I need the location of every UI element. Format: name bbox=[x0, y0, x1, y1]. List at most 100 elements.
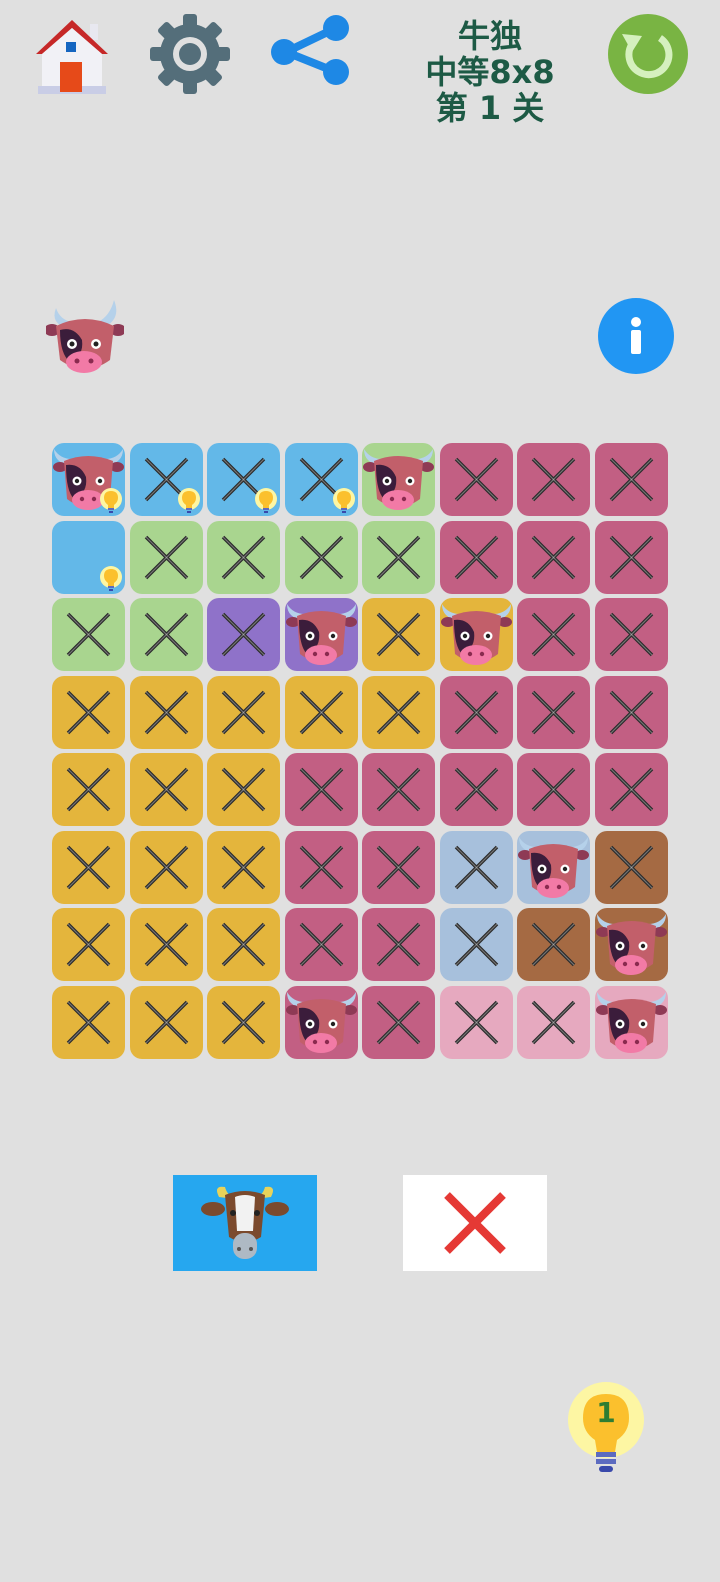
settings-button[interactable] bbox=[148, 12, 232, 96]
board-cell[interactable] bbox=[207, 598, 280, 671]
board-cell[interactable] bbox=[517, 443, 590, 516]
cow-avatar bbox=[44, 296, 126, 376]
cow-mode-button[interactable] bbox=[173, 1175, 317, 1271]
cow-icon bbox=[595, 914, 667, 975]
board-cell[interactable] bbox=[362, 753, 435, 826]
board-cell[interactable] bbox=[129, 520, 203, 594]
board-cell[interactable] bbox=[207, 985, 280, 1059]
board-cell[interactable] bbox=[284, 675, 358, 749]
level-title: 牛独 中等8x8 第 1 关 bbox=[410, 18, 570, 138]
board-cell[interactable] bbox=[594, 830, 668, 904]
board-cell[interactable] bbox=[284, 908, 358, 981]
x-mark-icon bbox=[221, 922, 266, 967]
board-cell[interactable] bbox=[517, 753, 590, 826]
board-cell[interactable] bbox=[439, 520, 513, 594]
board-cell[interactable] bbox=[207, 830, 280, 904]
x-mark-icon bbox=[609, 690, 653, 734]
board-cell[interactable] bbox=[284, 520, 358, 594]
board-cell[interactable] bbox=[362, 908, 435, 981]
hint-bulb-icon bbox=[255, 488, 277, 513]
board-cell[interactable] bbox=[129, 598, 203, 671]
x-mark-icon bbox=[531, 767, 576, 812]
board-cell[interactable] bbox=[207, 520, 280, 594]
board-cell[interactable] bbox=[517, 598, 590, 671]
board-cell[interactable] bbox=[362, 830, 435, 904]
info-button[interactable] bbox=[598, 298, 674, 374]
x-mark-icon bbox=[299, 845, 343, 889]
gear-icon bbox=[150, 14, 230, 94]
board-cell[interactable] bbox=[284, 598, 358, 671]
board-cell[interactable] bbox=[439, 753, 513, 826]
x-mark-icon bbox=[609, 767, 653, 812]
board-cell[interactable] bbox=[52, 753, 125, 826]
board-cell[interactable] bbox=[207, 908, 280, 981]
x-mark-icon bbox=[299, 690, 343, 734]
board-cell[interactable] bbox=[284, 443, 358, 516]
x-mode-button[interactable] bbox=[403, 1175, 547, 1271]
board-cell[interactable] bbox=[439, 675, 513, 749]
hint-button[interactable]: 1 bbox=[567, 1382, 645, 1474]
board-cell[interactable] bbox=[517, 985, 590, 1059]
board-cell[interactable] bbox=[594, 908, 668, 981]
board-cell[interactable] bbox=[284, 830, 358, 904]
x-mark-icon bbox=[144, 767, 188, 812]
board-cell[interactable] bbox=[517, 830, 590, 904]
restart-button[interactable] bbox=[608, 14, 688, 94]
board-cell[interactable] bbox=[129, 830, 203, 904]
board-cell[interactable] bbox=[517, 520, 590, 594]
x-mark-icon bbox=[66, 922, 111, 967]
x-mark-icon bbox=[66, 767, 111, 812]
board-cell[interactable] bbox=[439, 985, 513, 1059]
board-cell[interactable] bbox=[129, 908, 203, 981]
board-cell[interactable] bbox=[129, 675, 203, 749]
board-cell[interactable] bbox=[594, 675, 668, 749]
board-cell[interactable] bbox=[207, 675, 280, 749]
x-mark-icon bbox=[609, 612, 653, 657]
board-cell[interactable] bbox=[362, 520, 435, 594]
board-cell[interactable] bbox=[517, 675, 590, 749]
board-cell[interactable] bbox=[52, 598, 125, 671]
board-cell[interactable] bbox=[594, 753, 668, 826]
board-cell[interactable] bbox=[129, 753, 203, 826]
title-game-name: 牛独 bbox=[457, 17, 522, 55]
x-mark-icon bbox=[531, 690, 576, 734]
board-cell[interactable] bbox=[52, 443, 125, 516]
cow-icon bbox=[595, 991, 667, 1053]
board-cell[interactable] bbox=[594, 443, 668, 516]
board-cell[interactable] bbox=[362, 443, 435, 516]
title-level: 第 1 关 bbox=[435, 89, 545, 127]
board-cell[interactable] bbox=[594, 598, 668, 671]
x-mark-icon bbox=[221, 535, 266, 579]
board-cell[interactable] bbox=[439, 443, 513, 516]
game-board bbox=[52, 443, 670, 1061]
home-button[interactable] bbox=[30, 12, 114, 96]
cow-icon bbox=[363, 449, 434, 510]
board-cell[interactable] bbox=[284, 985, 358, 1059]
board-cell[interactable] bbox=[362, 598, 435, 671]
board-cell[interactable] bbox=[594, 520, 668, 594]
board-cell[interactable] bbox=[52, 520, 125, 594]
board-cell[interactable] bbox=[207, 753, 280, 826]
board-cell[interactable] bbox=[439, 598, 513, 671]
board-cell[interactable] bbox=[594, 985, 668, 1059]
board-cell[interactable] bbox=[439, 908, 513, 981]
board-cell[interactable] bbox=[439, 830, 513, 904]
board-cell[interactable] bbox=[52, 985, 125, 1059]
board-cell[interactable] bbox=[362, 985, 435, 1059]
x-mark-icon bbox=[454, 767, 498, 812]
board-cell[interactable] bbox=[52, 830, 125, 904]
x-mark-icon bbox=[376, 612, 421, 657]
board-cell[interactable] bbox=[52, 675, 125, 749]
board-cell[interactable] bbox=[129, 443, 203, 516]
cow-icon bbox=[285, 604, 357, 665]
share-button[interactable] bbox=[268, 12, 352, 96]
board-cell[interactable] bbox=[207, 443, 280, 516]
board-cell[interactable] bbox=[362, 675, 435, 749]
x-mark-icon bbox=[376, 690, 421, 734]
board-cell[interactable] bbox=[52, 908, 125, 981]
x-mark-icon bbox=[221, 612, 266, 657]
x-mark-icon bbox=[221, 1000, 266, 1044]
board-cell[interactable] bbox=[517, 908, 590, 981]
board-cell[interactable] bbox=[129, 985, 203, 1059]
board-cell[interactable] bbox=[284, 753, 358, 826]
